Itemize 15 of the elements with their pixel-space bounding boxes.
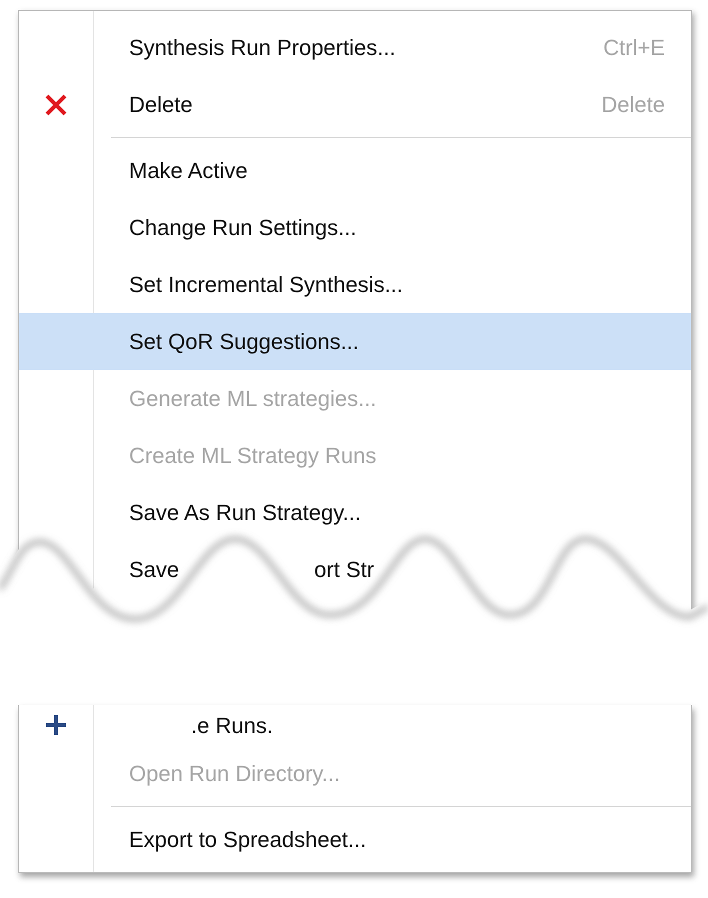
- menu-item[interactable]: Change Run Settings...: [19, 199, 691, 256]
- close-icon: [45, 94, 67, 116]
- menu-item-text[interactable]: ort Str: [314, 553, 374, 586]
- menu-item[interactable]: Set QoR Suggestions...: [19, 313, 691, 370]
- menu-item-text[interactable]: Save: [129, 553, 180, 586]
- menu-item[interactable]: Synthesis Run Properties... Ctrl+E: [19, 19, 691, 76]
- menu-item[interactable]: Make Active: [19, 142, 691, 199]
- plus-icon: [45, 714, 67, 736]
- shortcut-text: Delete: [601, 91, 666, 119]
- menu-item-text[interactable]: .e Runs.: [191, 708, 273, 742]
- menu-item[interactable]: Save As Run Strategy...: [19, 484, 691, 541]
- menu-item[interactable]: Delete Delete: [19, 76, 691, 133]
- menu-item[interactable]: Set Incremental Synthesis...: [19, 256, 691, 313]
- shortcut-text: Ctrl+E: [603, 34, 666, 62]
- menu-item[interactable]: Export to Spreadsheet...: [19, 811, 691, 868]
